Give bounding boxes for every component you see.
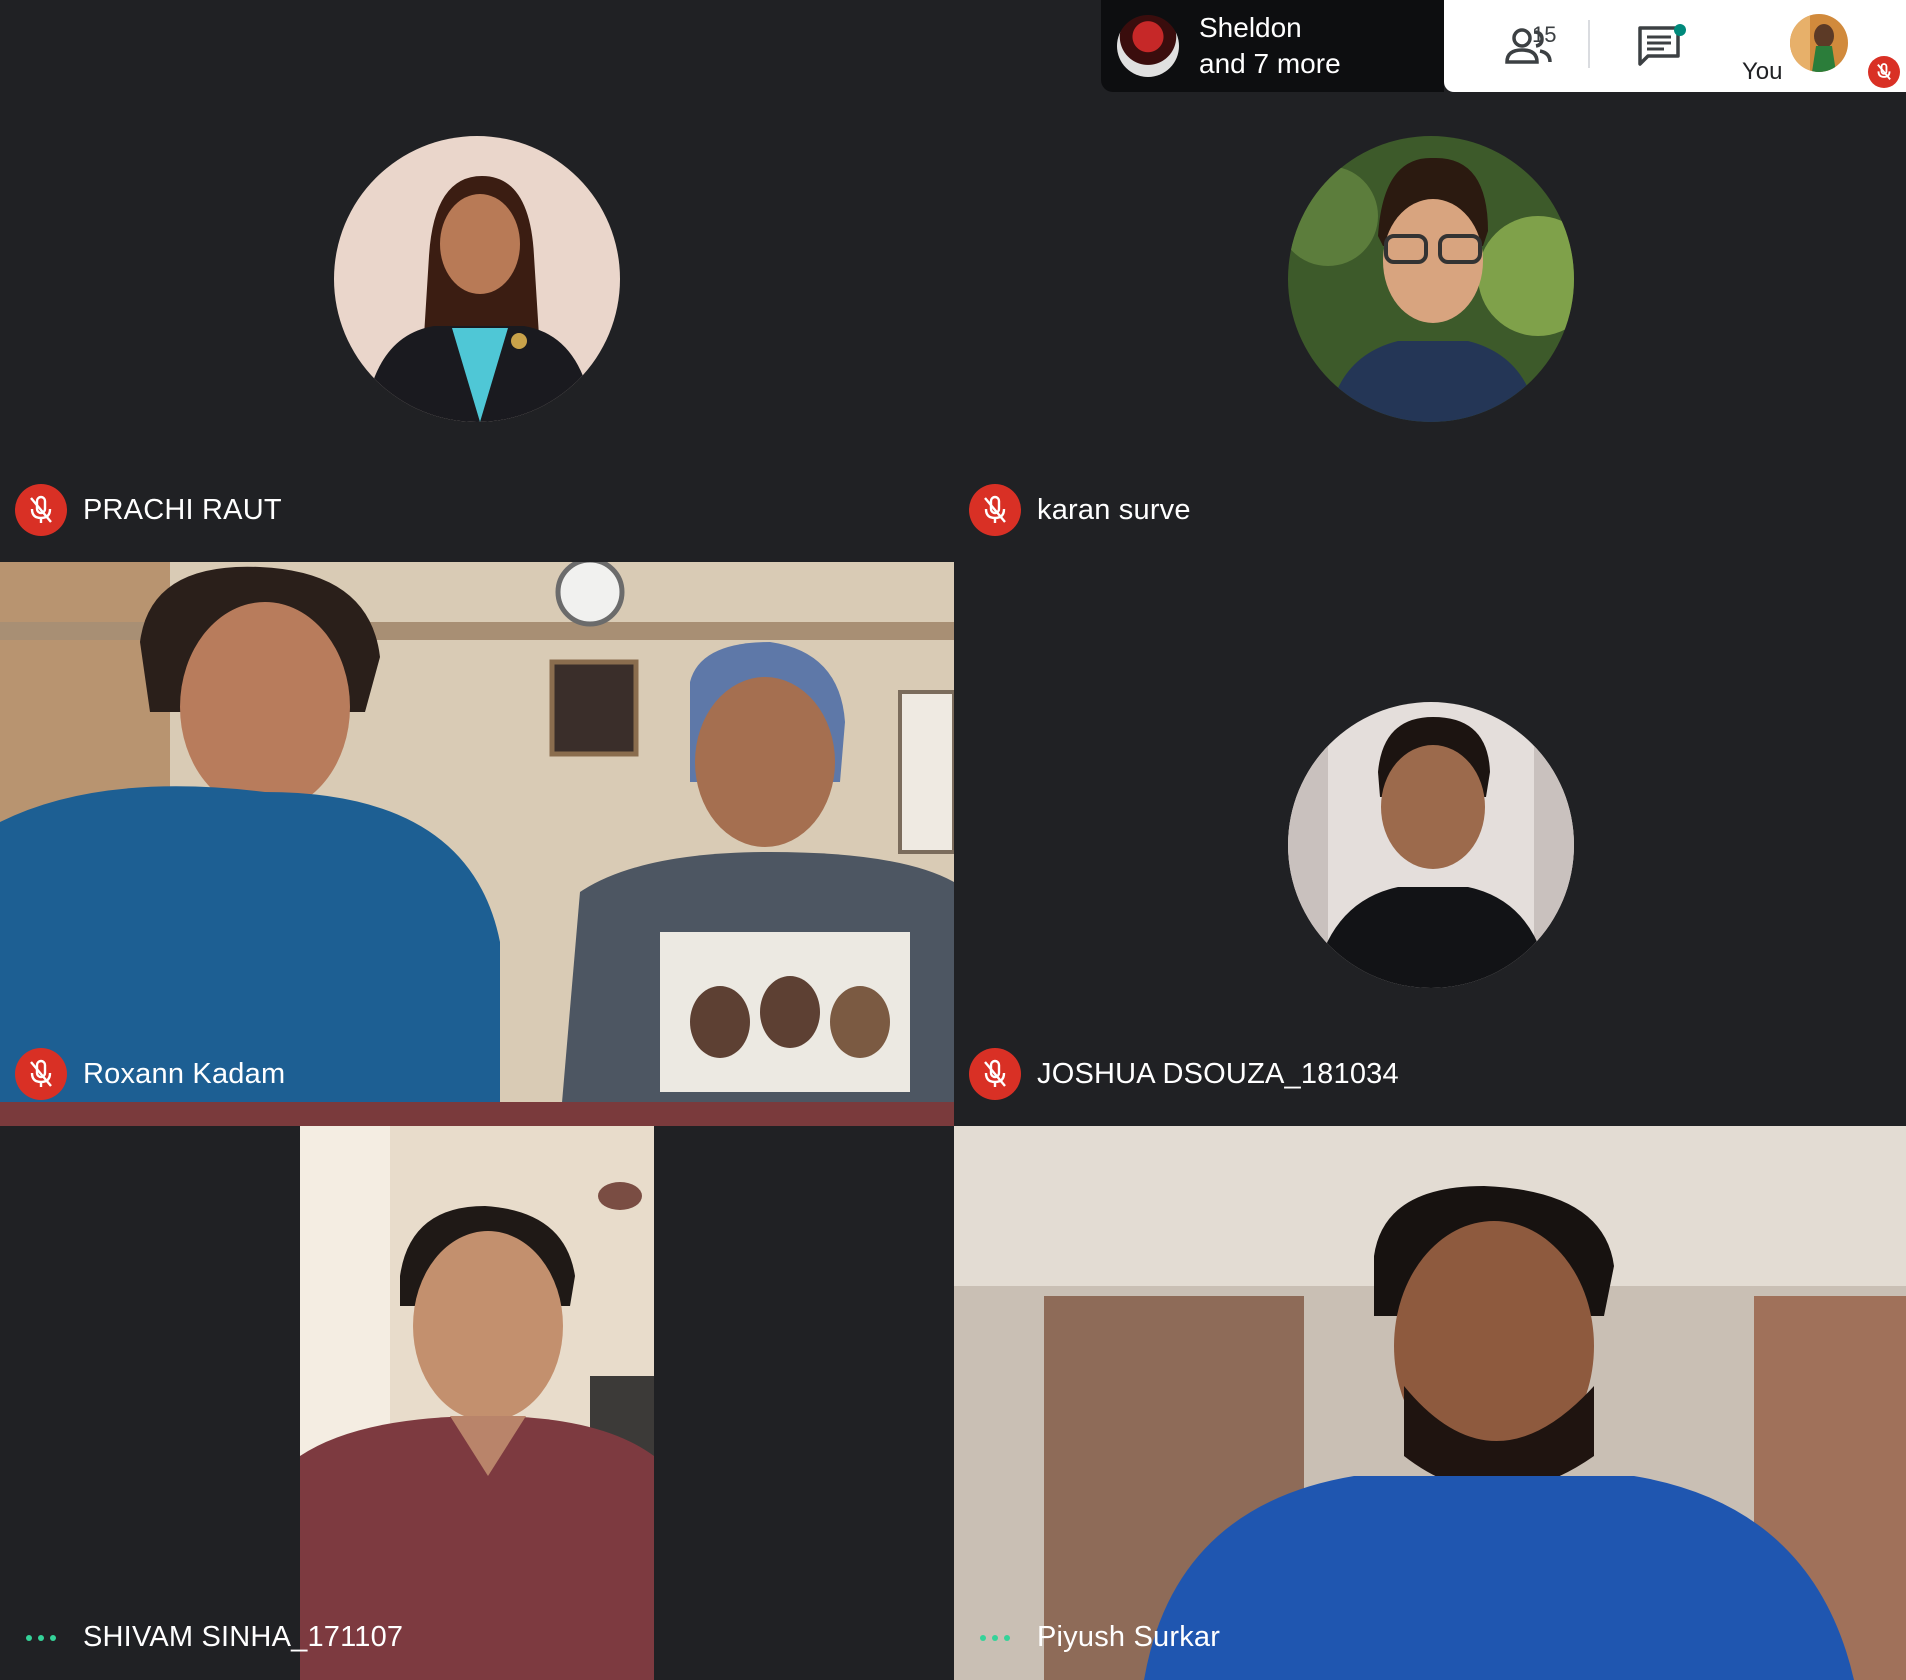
participant-avatar [334, 136, 620, 422]
chat-icon [1638, 24, 1686, 66]
participant-count: 15 [1532, 22, 1557, 47]
mic-off-icon [15, 484, 67, 536]
participant-name: Roxann Kadam [83, 1057, 286, 1090]
participant-tile-piyush[interactable]: Piyush Surkar [954, 1126, 1906, 1680]
mic-off-icon [969, 484, 1021, 536]
self-mic-off-icon [1868, 56, 1900, 88]
participant-name: JOSHUA DSOUZA_181034 [1037, 1057, 1399, 1090]
notification-text: Sheldon and 7 more [1199, 10, 1341, 82]
participant-avatar [1288, 136, 1574, 422]
participant-name: SHIVAM SINHA_171107 [83, 1621, 404, 1653]
participant-tile-roxann[interactable]: Roxann Kadam [0, 562, 954, 1126]
participant-tile-prachi[interactable]: PRACHI RAUT [0, 0, 954, 562]
participant-name-row: Roxann Kadam [15, 1048, 285, 1100]
notification-line1: Sheldon [1199, 12, 1302, 43]
participant-name: PRACHI RAUT [83, 493, 282, 526]
participant-name-row: PRACHI RAUT [15, 484, 282, 536]
notification-line2: and 7 more [1199, 48, 1341, 79]
participant-name-row: karan surve [969, 484, 1191, 536]
participant-video [954, 1126, 1906, 1680]
participant-video [300, 1126, 654, 1680]
participant-name: Piyush Surkar [1037, 1621, 1221, 1653]
mic-off-icon [969, 1048, 1021, 1100]
participant-name-row: SHIVAM SINHA_171107 [15, 1621, 403, 1654]
chat-button[interactable] [1610, 0, 1710, 92]
speaking-dots-icon [15, 1634, 67, 1641]
participant-video [0, 562, 954, 1126]
self-view-thumbnail[interactable] [1790, 14, 1848, 72]
participants-button[interactable] [1480, 0, 1580, 92]
participant-name-row: JOSHUA DSOUZA_181034 [969, 1048, 1399, 1100]
participant-name: karan surve [1037, 493, 1191, 526]
toolbar-divider [1588, 20, 1590, 68]
join-notification[interactable]: Sheldon and 7 more [1101, 0, 1444, 92]
speaking-dots-icon [969, 1634, 1021, 1641]
participant-tile-shivam[interactable]: SHIVAM SINHA_171107 [0, 1126, 954, 1680]
participant-name-row: Piyush Surkar [969, 1621, 1220, 1654]
notification-avatar [1117, 15, 1179, 77]
self-view-label: You [1742, 58, 1783, 85]
participant-tile-joshua[interactable]: JOSHUA DSOUZA_181034 [954, 562, 1906, 1126]
mic-off-icon [15, 1048, 67, 1100]
participant-avatar [1288, 702, 1574, 988]
